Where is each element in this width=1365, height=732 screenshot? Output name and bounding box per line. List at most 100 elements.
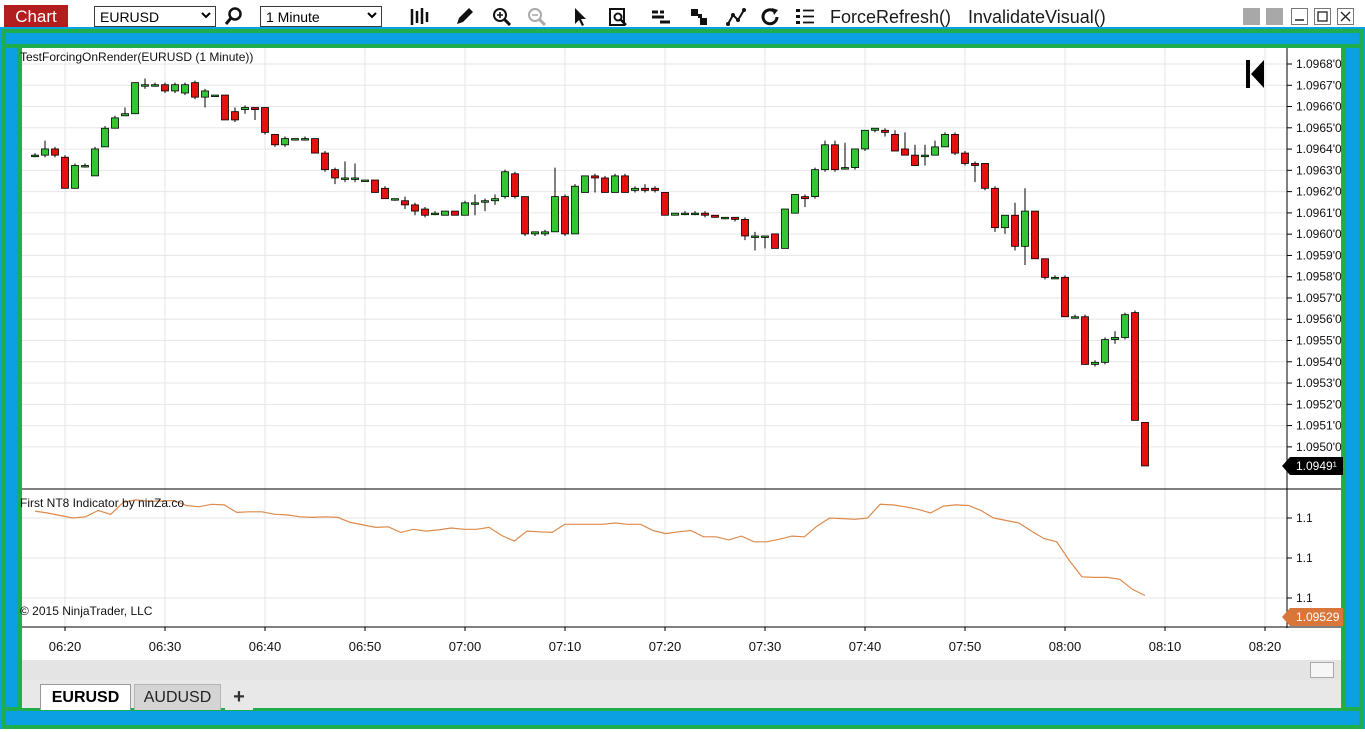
candle <box>91 146 99 177</box>
candle-body <box>561 196 569 235</box>
candle-body <box>1061 276 1069 318</box>
candle-body <box>221 94 229 121</box>
price-tick-label: 1.0955'0 <box>1296 334 1342 348</box>
candle <box>821 140 829 172</box>
candle-body <box>901 148 909 156</box>
candle-body <box>461 202 469 216</box>
chart-canvas[interactable]: 1.0968'0 1.0967'0 1.0966'0 1.0965'0 1.0964'0… <box>0 0 1365 732</box>
candle-body <box>371 179 379 193</box>
tab-eurusd[interactable]: EURUSD <box>40 684 131 710</box>
candle <box>811 167 819 199</box>
candle-body <box>351 177 359 180</box>
candle <box>311 138 319 154</box>
scrollbar-thumb[interactable] <box>1310 662 1334 678</box>
time-tick-label: 07:00 <box>449 639 482 654</box>
candle <box>981 163 989 191</box>
price-marker-label: 1.0949¹ <box>1296 459 1337 473</box>
candle <box>261 107 269 135</box>
candle-body <box>791 194 799 214</box>
indicator-tick-label: 1.1 <box>1296 511 1313 525</box>
candle-body <box>601 177 609 193</box>
candle-body <box>321 152 329 171</box>
candle-body <box>51 148 59 156</box>
candle-body <box>881 129 889 133</box>
candle <box>1131 310 1139 421</box>
candle <box>1121 312 1129 340</box>
candle <box>1041 258 1049 280</box>
candle <box>831 140 839 172</box>
indicator-marker-label: 1.09529 <box>1296 610 1340 624</box>
candle <box>581 175 589 193</box>
candle-body <box>1131 312 1139 421</box>
price-tick-label: 1.0963'0 <box>1296 163 1342 177</box>
time-tick-label: 08:10 <box>1149 639 1182 654</box>
candle-body <box>741 218 749 237</box>
candle-body <box>161 84 169 92</box>
candle-body <box>141 84 149 87</box>
candle-body <box>891 134 899 152</box>
price-tick-label: 1.0951'0 <box>1296 419 1342 433</box>
candle-body <box>101 127 109 148</box>
candle-body <box>61 156 69 189</box>
candle-body <box>841 167 849 170</box>
candle <box>191 80 199 100</box>
candle-body <box>381 187 389 200</box>
candle-body <box>771 233 779 249</box>
candle-body <box>341 177 349 180</box>
candle <box>1141 422 1149 467</box>
indicator-tick-label: 1.1 <box>1296 551 1313 565</box>
candle-body <box>941 134 949 148</box>
candle-body <box>391 198 399 201</box>
candle-body <box>511 173 519 197</box>
candle <box>131 82 139 115</box>
candle <box>461 200 469 216</box>
candle-body <box>861 129 869 150</box>
candle-body <box>471 202 479 205</box>
time-tick-label: 06:50 <box>349 639 382 654</box>
candle <box>1031 210 1039 260</box>
candle <box>791 194 799 214</box>
price-tick-label: 1.0959'0 <box>1296 248 1342 262</box>
price-tick-label: 1.0950'0 <box>1296 440 1342 454</box>
time-tick-label: 08:20 <box>1249 639 1282 654</box>
candle-body <box>1071 316 1079 319</box>
candle <box>1081 314 1089 365</box>
price-tick-label: 1.0958'0 <box>1296 270 1342 284</box>
candle-body <box>131 82 139 115</box>
candle-body <box>811 169 819 197</box>
indicator-marker: 1.09529 <box>1282 608 1343 626</box>
candle-body <box>751 235 759 238</box>
tab-audusd[interactable]: AUDUSD <box>134 684 221 710</box>
candle-body <box>821 144 829 171</box>
price-tick-label: 1.0957'0 <box>1296 291 1342 305</box>
candle <box>101 126 109 148</box>
candle <box>561 194 569 236</box>
candle-body <box>851 148 859 168</box>
candle-body <box>911 154 919 166</box>
candle-body <box>171 84 179 92</box>
candle-body <box>1141 422 1149 467</box>
price-tick-label: 1.0960'0 <box>1296 227 1342 241</box>
candle-body <box>991 187 999 229</box>
candle <box>211 94 219 97</box>
candle <box>941 132 949 148</box>
price-tick-label: 1.0954'0 <box>1296 355 1342 369</box>
candle <box>711 214 719 218</box>
candle-body <box>401 200 409 206</box>
add-tab-button[interactable]: + <box>225 684 253 710</box>
candle-body <box>1051 276 1059 280</box>
time-tick-label: 07:20 <box>649 639 682 654</box>
candle-body <box>311 138 319 154</box>
candle-body <box>951 134 959 154</box>
time-tick-label: 06:40 <box>249 639 282 654</box>
candle-body <box>541 231 549 235</box>
candle-body <box>451 210 459 216</box>
candle-body <box>651 187 659 191</box>
candle <box>61 155 69 189</box>
indicator-title: First NT8 Indicator by ninZa.co <box>20 496 184 510</box>
candle-body <box>41 148 49 156</box>
horizontal-scrollbar[interactable] <box>22 660 1341 680</box>
candle-body <box>1011 214 1019 247</box>
candle-body <box>531 231 539 235</box>
candle <box>521 196 529 236</box>
